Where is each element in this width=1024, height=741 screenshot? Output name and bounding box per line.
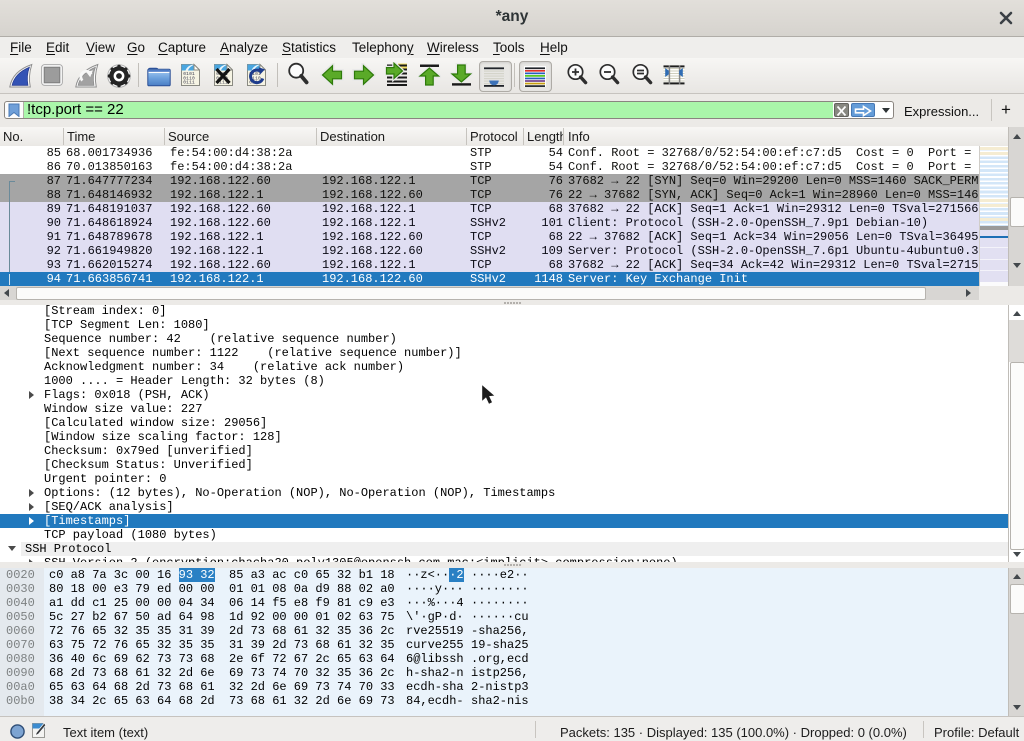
svg-text:0111: 0111 — [183, 80, 195, 86]
